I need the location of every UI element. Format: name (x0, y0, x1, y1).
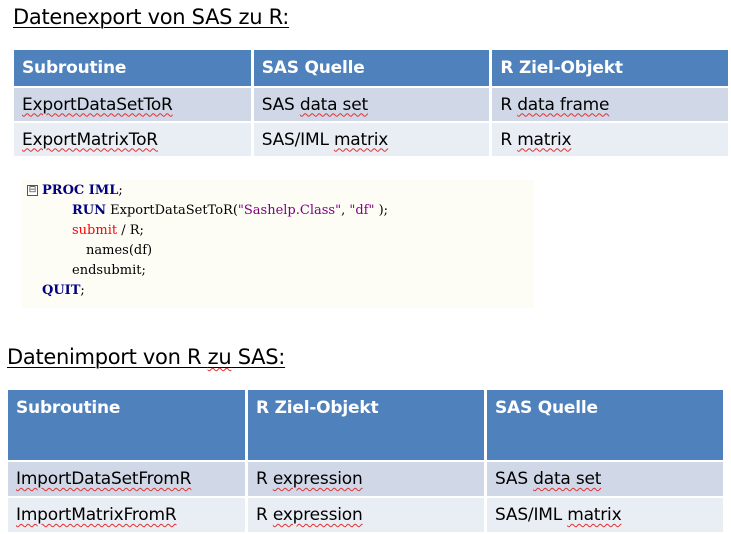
table-row: ExportDataSetToR SAS data set R data fra… (14, 88, 728, 121)
export-section-title: Datenexport von SAS zu R: (13, 5, 290, 29)
table-cell: R data frame (492, 88, 728, 121)
table-row: ImportMatrixFromR R expression SAS/IML m… (8, 498, 723, 532)
export-table: Subroutine SAS Quelle R Ziel-Objekt Expo… (11, 48, 731, 158)
code-token: ExportDataSetToR( (106, 203, 238, 218)
code-line: PROC IML; (42, 183, 123, 198)
table-cell: R expression (248, 498, 484, 532)
code-line: names(df) (86, 243, 152, 258)
table-cell: ExportDataSetToR (14, 88, 251, 121)
table-cell: SAS/IML matrix (487, 498, 723, 532)
table-cell: SAS data set (487, 462, 723, 496)
column-header: R Ziel-Objekt (248, 390, 484, 460)
table-row: ExportMatrixToR SAS/IML matrix R matrix (14, 123, 728, 156)
table-row: ImportDataSetFromR R expression SAS data… (8, 462, 723, 496)
code-line: RUN ExportDataSetToR("Sashelp.Class", "d… (72, 203, 388, 218)
table-cell: SAS/IML matrix (253, 123, 490, 156)
code-sample: ⊟ PROC IML; RUN ExportDataSetToR("Sashel… (22, 180, 534, 308)
code-token: QUIT (42, 283, 81, 298)
table-cell: ImportMatrixFromR (8, 498, 245, 532)
code-token: "Sashelp.Class" (237, 203, 342, 218)
column-header: Subroutine (8, 390, 245, 460)
collapse-icon[interactable]: ⊟ (27, 185, 38, 196)
table-cell: SAS data set (253, 88, 490, 121)
code-token: ); (374, 203, 389, 218)
code-token: names(df) (86, 243, 153, 258)
code-token: "df" (349, 203, 375, 218)
import-table: Subroutine R Ziel-Objekt SAS Quelle Impo… (5, 388, 726, 534)
import-section-title: Datenimport von R zu SAS: (7, 345, 286, 369)
code-token: submit (72, 223, 118, 238)
column-header: SAS Quelle (253, 50, 490, 86)
table-cell: ImportDataSetFromR (8, 462, 245, 496)
code-line: endsubmit; (72, 263, 146, 278)
table-header-row: Subroutine SAS Quelle R Ziel-Objekt (14, 50, 728, 86)
table-cell: ExportMatrixToR (14, 123, 251, 156)
code-token: RUN (72, 203, 107, 218)
column-header: Subroutine (14, 50, 251, 86)
code-token: ; (118, 183, 123, 198)
code-token: PROC IML (42, 183, 119, 198)
code-line: QUIT; (42, 283, 85, 298)
code-token: ; (80, 283, 85, 298)
table-cell: R matrix (492, 123, 728, 156)
code-token: / R; (117, 223, 144, 238)
code-token: endsubmit; (72, 263, 146, 278)
table-header-row: Subroutine R Ziel-Objekt SAS Quelle (8, 390, 723, 460)
column-header: R Ziel-Objekt (492, 50, 728, 86)
column-header: SAS Quelle (487, 390, 723, 460)
table-cell: R expression (248, 462, 484, 496)
code-line: submit / R; (72, 223, 144, 238)
